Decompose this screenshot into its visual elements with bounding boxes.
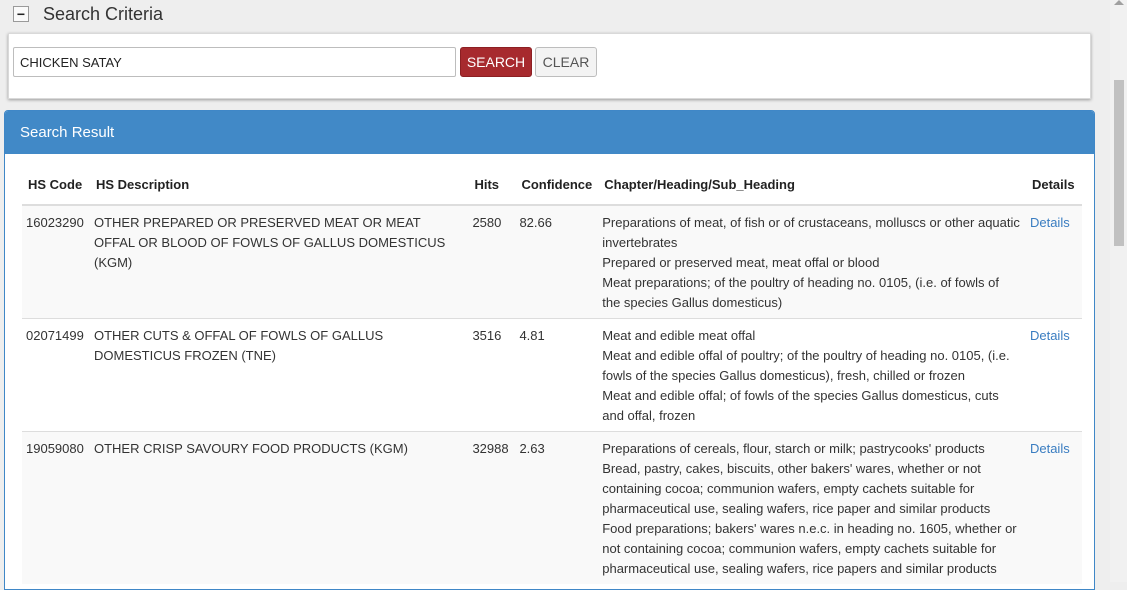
details-link[interactable]: Details: [1030, 441, 1070, 456]
cell-confidence: 2.63: [515, 431, 599, 584]
table-row: 19059080 OTHER CRISP SAVOURY FOOD PRODUC…: [22, 431, 1082, 584]
heading-text: Meat and edible offal of poultry; of the…: [602, 348, 1010, 383]
vertical-scrollbar[interactable]: [1110, 0, 1127, 582]
cell-hits: 32988: [468, 431, 516, 584]
col-header-hs-description: HS Description: [89, 165, 469, 206]
clear-button[interactable]: CLEAR: [535, 47, 597, 77]
details-link[interactable]: Details: [1030, 215, 1070, 230]
cell-chapter-heading: Meat and edible meat offal Meat and edib…: [598, 318, 1026, 432]
chapter-text: Meat and edible meat offal: [602, 328, 756, 343]
collapse-toggle-button[interactable]: −: [13, 6, 29, 22]
chapter-text: Preparations of meat, of fish or of crus…: [602, 215, 1020, 250]
results-table: HS Code HS Description Hits Confidence C…: [22, 165, 1082, 584]
minus-icon: −: [16, 6, 26, 22]
search-input[interactable]: [13, 47, 456, 77]
cell-confidence: 82.66: [515, 205, 599, 319]
col-header-hits: Hits: [468, 165, 516, 206]
cell-hits: 3516: [468, 318, 516, 432]
cell-details: Details: [1025, 431, 1082, 584]
col-header-confidence: Confidence: [515, 165, 599, 206]
cell-hits: 2580: [468, 205, 516, 319]
search-result-title: Search Result: [5, 111, 1094, 154]
sub-heading-text: Meat preparations; of the poultry of hea…: [602, 275, 999, 310]
cell-confidence: 4.81: [515, 318, 599, 432]
cell-chapter-heading: Preparations of cereals, flour, starch o…: [598, 431, 1026, 584]
scrollbar-thumb[interactable]: [1114, 80, 1124, 246]
cell-details: Details: [1025, 205, 1082, 319]
search-criteria-title: Search Criteria: [43, 3, 164, 24]
col-header-chapter: Chapter/Heading/Sub_Heading: [598, 165, 1026, 206]
chapter-text: Preparations of cereals, flour, starch o…: [602, 441, 985, 456]
cell-chapter-heading: Preparations of meat, of fish or of crus…: [598, 205, 1026, 319]
heading-text: Bread, pastry, cakes, biscuits, other ba…: [602, 461, 991, 516]
cell-details: Details: [1025, 318, 1082, 432]
col-header-hs-code: HS Code: [22, 165, 90, 206]
table-header-row: HS Code HS Description Hits Confidence C…: [22, 165, 1082, 206]
cell-hs-code: 19059080: [22, 431, 90, 584]
sub-heading-text: Food preparations; bakers' wares n.e.c. …: [602, 521, 1017, 576]
search-criteria-panel: SEARCH CLEAR: [8, 33, 1091, 99]
table-row: 02071499 OTHER CUTS & OFFAL OF FOWLS OF …: [22, 318, 1082, 432]
table-row: 16023290 OTHER PREPARED OR PRESERVED MEA…: [22, 205, 1082, 319]
cell-hs-description: OTHER CRISP SAVOURY FOOD PRODUCTS (KGM): [89, 431, 469, 584]
cell-hs-description: OTHER PREPARED OR PRESERVED MEAT OR MEAT…: [89, 205, 469, 319]
cell-hs-code: 16023290: [22, 205, 90, 319]
cell-hs-code: 02071499: [22, 318, 90, 432]
heading-text: Prepared or preserved meat, meat offal o…: [602, 255, 880, 270]
search-result-panel: Search Result HS Code HS Description Hit…: [4, 110, 1095, 590]
sub-heading-text: Meat and edible offal; of fowls of the s…: [602, 388, 999, 423]
search-criteria-header: − Search Criteria: [13, 2, 163, 26]
cell-hs-description: OTHER CUTS & OFFAL OF FOWLS OF GALLUS DO…: [89, 318, 469, 432]
details-link[interactable]: Details: [1030, 328, 1070, 343]
search-button[interactable]: SEARCH: [460, 47, 532, 77]
scroll-up-arrow-icon[interactable]: [1114, 0, 1124, 5]
col-header-details: Details: [1025, 165, 1082, 206]
